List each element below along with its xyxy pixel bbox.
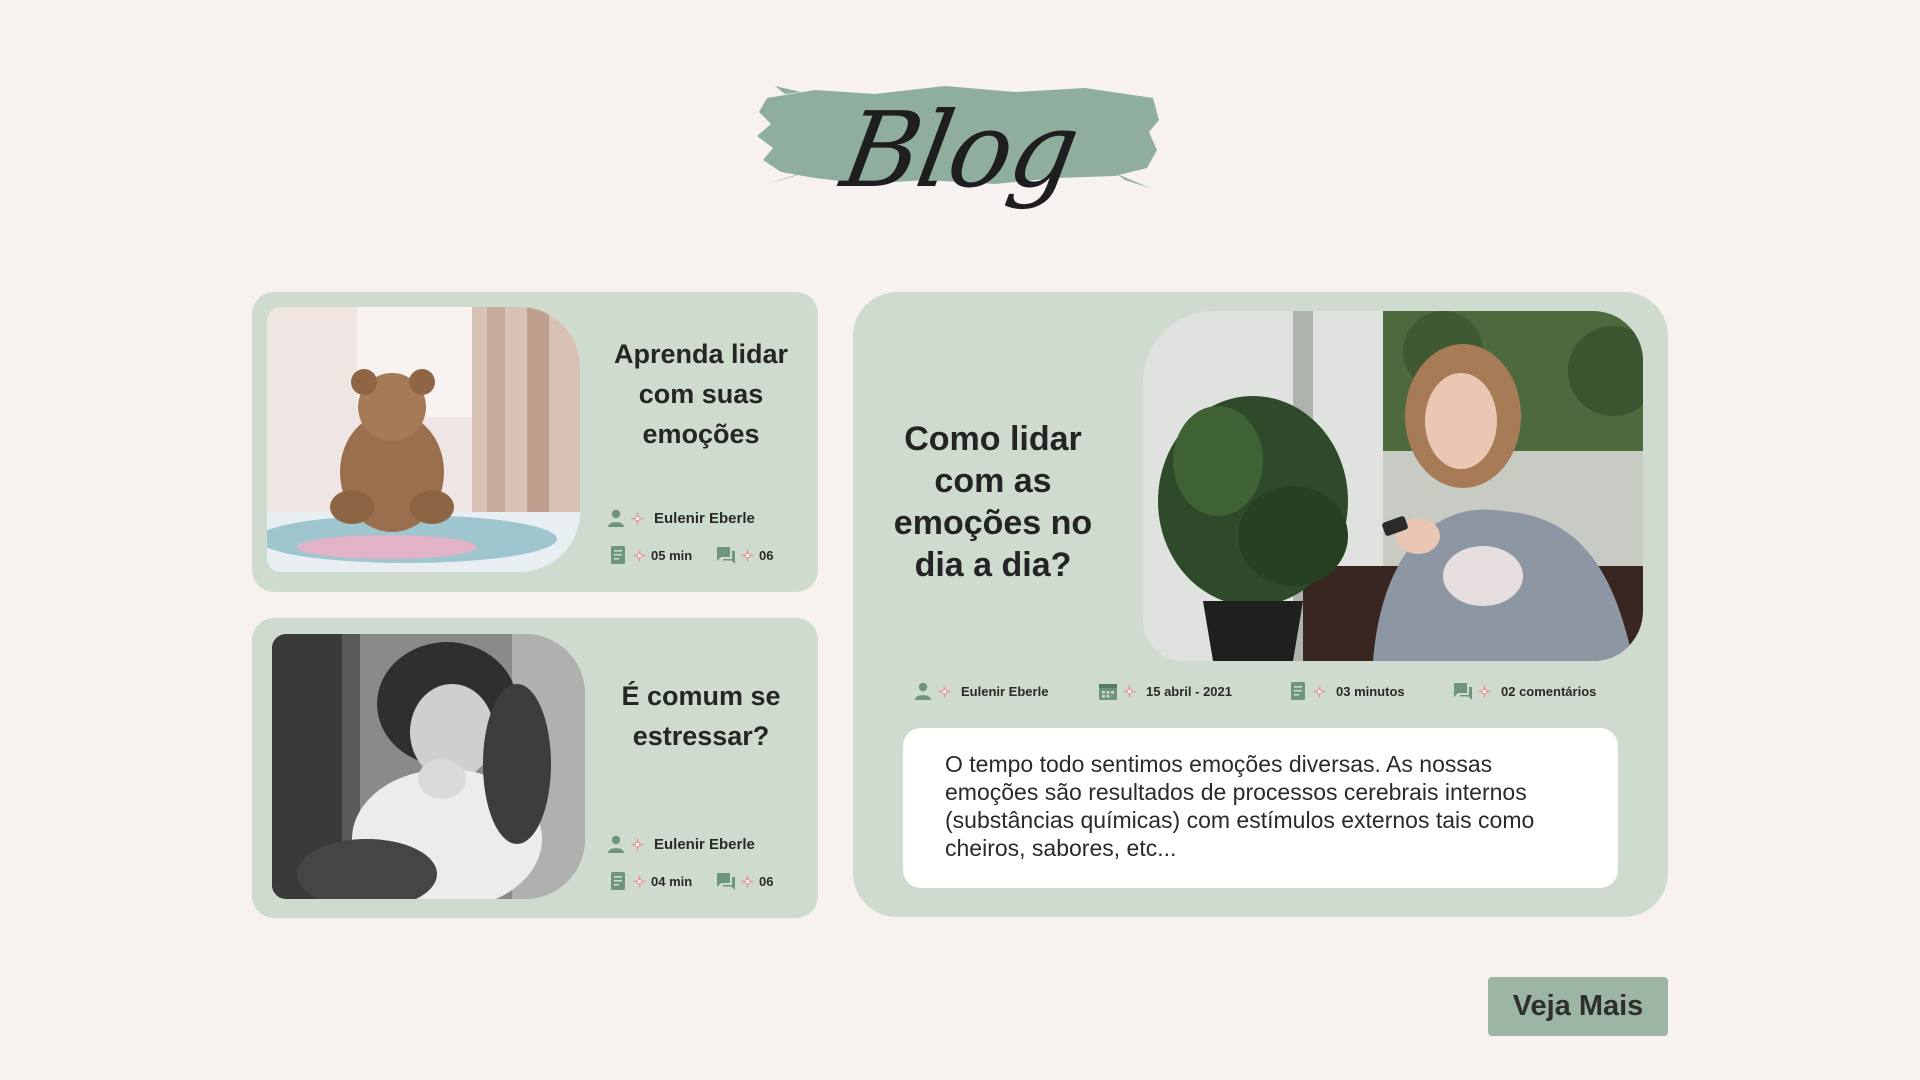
document-icon <box>608 545 628 565</box>
post-comments: 06 <box>716 871 773 891</box>
calendar-icon <box>1098 681 1118 701</box>
dot-icon <box>938 685 951 698</box>
user-icon <box>606 508 626 528</box>
dot-icon <box>633 875 646 888</box>
stressed-woman-photo <box>272 634 585 899</box>
user-icon <box>913 681 933 701</box>
comments-count: 06 <box>759 873 774 889</box>
author-name: Eulenir Eberle <box>654 835 755 853</box>
document-icon <box>1288 681 1308 701</box>
dot-icon <box>1313 685 1326 698</box>
dot-icon <box>633 549 646 562</box>
teddy-bear-photo <box>267 307 580 572</box>
read-time-text: 04 min <box>651 873 693 889</box>
featured-date: 15 abril - 2021 <box>1098 681 1232 701</box>
post-comments: 06 <box>716 545 773 565</box>
read-time-text: 05 min <box>651 547 693 563</box>
blog-title: Blog <box>833 89 1087 211</box>
dot-icon <box>1123 685 1136 698</box>
comments-icon <box>1453 681 1473 701</box>
comments-icon <box>716 871 736 891</box>
featured-excerpt: O tempo todo sentimos emoções diversas. … <box>945 751 1535 861</box>
post-title[interactable]: É comum se estressar? <box>592 676 810 756</box>
post-read-time: 04 min <box>608 871 692 891</box>
featured-excerpt-box: O tempo todo sentimos emoções diversas. … <box>903 728 1618 888</box>
dot-icon <box>741 875 754 888</box>
post-card-emotions[interactable]: Aprenda lidar com suas emoções Eulenir E… <box>252 292 818 592</box>
read-time-text: 03 minutos <box>1336 683 1405 699</box>
document-icon <box>608 871 628 891</box>
dot-icon <box>631 512 644 525</box>
dot-icon <box>631 838 644 851</box>
author-name: Eulenir Eberle <box>654 509 755 527</box>
post-author: Eulenir Eberle <box>606 508 755 528</box>
comments-text: 02 comentários <box>1501 683 1597 699</box>
featured-post-meta: Eulenir Eberle 15 abril - 2021 03 minuto… <box>913 681 1618 711</box>
featured-post-image[interactable] <box>1143 311 1643 661</box>
post-author: Eulenir Eberle <box>606 834 755 854</box>
dot-icon <box>741 549 754 562</box>
woman-with-phone-photo <box>1143 311 1643 661</box>
post-read-time: 05 min <box>608 545 692 565</box>
see-more-button[interactable]: Veja Mais <box>1488 977 1668 1036</box>
featured-read-time: 03 minutos <box>1288 681 1405 701</box>
post-thumbnail-teddy-bear[interactable] <box>267 307 580 572</box>
featured-post-card[interactable]: Como lidar com as emoções no dia a dia? <box>853 292 1668 917</box>
comments-count: 06 <box>759 547 774 563</box>
author-name: Eulenir Eberle <box>961 683 1049 699</box>
blog-header: Blog <box>755 80 1165 220</box>
featured-author: Eulenir Eberle <box>913 681 1048 701</box>
post-title[interactable]: Aprenda lidar com suas emoções <box>592 334 810 454</box>
user-icon <box>606 834 626 854</box>
featured-post-title[interactable]: Como lidar com as emoções no dia a dia? <box>883 418 1103 586</box>
comments-icon <box>716 545 736 565</box>
dot-icon <box>1478 685 1491 698</box>
post-card-stress[interactable]: É comum se estressar? Eulenir Eberle 04 … <box>252 618 818 918</box>
post-thumbnail-stressed-woman[interactable] <box>272 634 585 899</box>
date-text: 15 abril - 2021 <box>1146 683 1232 699</box>
featured-comments: 02 comentários <box>1453 681 1596 701</box>
